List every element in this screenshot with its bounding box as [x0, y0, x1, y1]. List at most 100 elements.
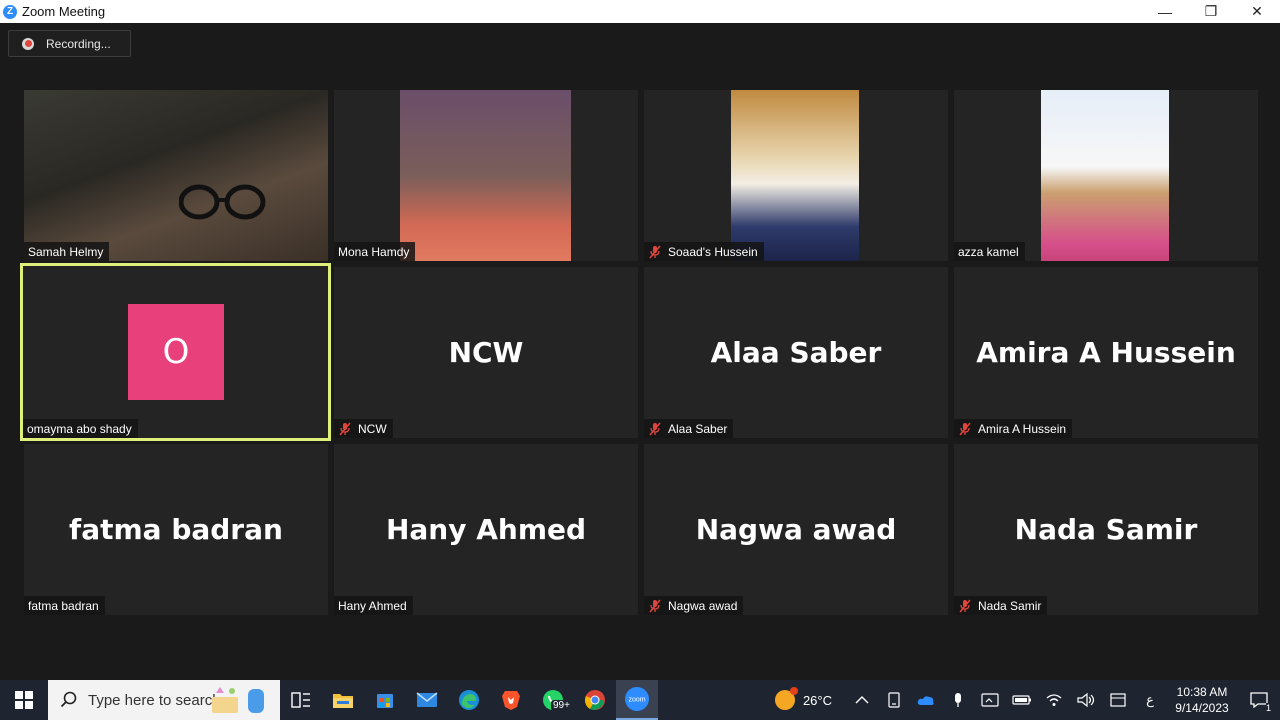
participant-name: Alaa Saber: [668, 421, 728, 436]
microphone-icon[interactable]: [942, 680, 974, 720]
muted-mic-icon: [959, 599, 971, 612]
participant-display-name: Amira A Hussein: [976, 336, 1236, 369]
screen-capture-icon[interactable]: [974, 680, 1006, 720]
participant-video: [1041, 90, 1169, 261]
participant-tile-omayma-abo-shady[interactable]: O omayma abo shady: [20, 263, 331, 441]
clock-time: 10:38 AM: [1176, 685, 1228, 699]
avatar: O: [128, 304, 224, 400]
participant-tile-mona-hamdy[interactable]: Mona Hamdy: [334, 90, 638, 261]
notification-count: 1: [1265, 703, 1271, 713]
participant-tile-samah-helmy[interactable]: Samah Helmy: [24, 90, 328, 261]
mail-icon[interactable]: [406, 680, 448, 720]
participant-name: Amira A Hussein: [978, 421, 1067, 436]
participant-name: Samah Helmy: [28, 244, 104, 259]
participant-name-label: Amira A Hussein: [954, 419, 1073, 438]
participant-display-name: Nagwa awad: [695, 513, 897, 546]
zoom-icon-label: zoom: [628, 697, 645, 704]
brave-icon[interactable]: [490, 680, 532, 720]
participant-display-name: Alaa Saber: [710, 336, 882, 369]
recording-label: Recording...: [46, 36, 111, 51]
chrome-icon[interactable]: [574, 680, 616, 720]
participant-tile-hany-ahmed[interactable]: Hany Ahmed Hany Ahmed: [334, 444, 638, 615]
participant-tile-amira-a-hussein[interactable]: Amira A Hussein Amira A Hussein: [954, 267, 1258, 438]
temperature-label: 26°C: [802, 692, 832, 708]
participant-display-name: fatma badran: [69, 513, 283, 546]
participant-tile-ncw[interactable]: NCW NCW: [334, 267, 638, 438]
start-button[interactable]: [0, 680, 48, 720]
participant-name: Nada Samir: [978, 598, 1042, 613]
muted-mic-icon: [649, 245, 661, 258]
participant-name: fatma badran: [28, 598, 99, 613]
weather-sun-icon: [774, 687, 798, 710]
keyboard-layout-icon[interactable]: [1102, 680, 1134, 720]
restore-button[interactable]: ❐: [1188, 0, 1234, 23]
input-language-indicator[interactable]: ع: [1134, 680, 1166, 720]
participant-tile-nada-samir[interactable]: Nada Samir Nada Samir: [954, 444, 1258, 615]
participant-name-label: azza kamel: [954, 242, 1025, 261]
recording-dot-icon: [22, 37, 34, 50]
weather-widget[interactable]: 26°C: [774, 687, 832, 710]
participant-name: Soaad's Hussein: [668, 244, 758, 259]
participant-display-name: Nada Samir: [1014, 513, 1198, 546]
participant-name: omayma abo shady: [27, 421, 132, 436]
device-icon[interactable]: [878, 680, 910, 720]
volume-icon[interactable]: [1070, 680, 1102, 720]
zoom-app-icon: Z: [3, 4, 17, 19]
participant-name: azza kamel: [958, 244, 1019, 259]
participant-tile-alaa-saber[interactable]: Alaa Saber Alaa Saber: [644, 267, 948, 438]
window-title: Zoom Meeting: [22, 4, 106, 19]
participant-name-label: Nada Samir: [954, 596, 1048, 615]
participant-name-label: Mona Hamdy: [334, 242, 416, 261]
participant-name: Mona Hamdy: [338, 244, 410, 259]
windows-taskbar: Type here to search 99+ zoom 26°C ع 10:3…: [0, 680, 1280, 720]
participant-name-label: Samah Helmy: [24, 242, 110, 261]
microsoft-store-icon[interactable]: [364, 680, 406, 720]
participant-tile-azza-kamel[interactable]: azza kamel: [954, 90, 1258, 261]
participant-name-label: NCW: [334, 419, 393, 438]
whatsapp-icon[interactable]: 99+: [532, 680, 574, 720]
participant-name-label: omayma abo shady: [23, 419, 138, 438]
participant-tile-soaads-hussein[interactable]: Soaad's Hussein: [644, 90, 948, 261]
participant-name-label: Nagwa awad: [644, 596, 744, 615]
participant-name: NCW: [358, 421, 387, 436]
wifi-icon[interactable]: [1038, 680, 1070, 720]
file-explorer-icon[interactable]: [322, 680, 364, 720]
minimize-button[interactable]: —: [1142, 0, 1188, 23]
participant-display-name: NCW: [448, 336, 524, 369]
search-placeholder: Type here to search: [88, 691, 221, 709]
participant-name-label: fatma badran: [24, 596, 105, 615]
muted-mic-icon: [649, 599, 661, 612]
zoom-icon[interactable]: zoom: [616, 680, 658, 720]
onedrive-cloud-icon[interactable]: [910, 680, 942, 720]
muted-mic-icon: [959, 422, 971, 435]
battery-icon[interactable]: [1006, 680, 1038, 720]
system-clock[interactable]: 10:38 AM 9/14/2023: [1166, 684, 1238, 716]
task-view-icon[interactable]: [280, 680, 322, 720]
taskbar-search-box[interactable]: Type here to search: [48, 680, 280, 720]
windows-logo-icon: [15, 691, 33, 709]
recording-indicator[interactable]: Recording...: [8, 30, 131, 57]
close-button[interactable]: ✕: [1234, 0, 1280, 23]
glasses-shape: [179, 184, 266, 220]
whatsapp-unread-badge: 99+: [551, 700, 572, 711]
participant-name-label: Alaa Saber: [644, 419, 734, 438]
meeting-gallery: Recording... Samah Helmy Mona Hamdy Soaa…: [0, 23, 1280, 680]
window-controls: — ❐ ✕: [1142, 0, 1280, 23]
participant-display-name: Hany Ahmed: [385, 513, 587, 546]
window-titlebar: Z Zoom Meeting — ❐ ✕: [0, 0, 1280, 23]
participant-tile-fatma-badran[interactable]: fatma badran fatma badran: [24, 444, 328, 615]
muted-mic-icon: [339, 422, 351, 435]
participant-video: [24, 90, 328, 261]
participant-name-label: Hany Ahmed: [334, 596, 413, 615]
notification-center-button[interactable]: 1: [1238, 680, 1280, 720]
participant-name-label: Soaad's Hussein: [644, 242, 764, 261]
participant-video: [400, 90, 571, 261]
participant-name: Hany Ahmed: [338, 598, 407, 613]
edge-icon[interactable]: [448, 680, 490, 720]
search-highlight-illustration-icon: [212, 687, 264, 713]
system-tray: 26°C ع 10:38 AM 9/14/2023 1: [774, 680, 1280, 720]
participant-tile-nagwa-awad[interactable]: Nagwa awad Nagwa awad: [644, 444, 948, 615]
clock-date: 9/14/2023: [1175, 701, 1229, 715]
participant-video: [731, 90, 859, 261]
show-hidden-icons-chevron-icon[interactable]: [846, 680, 878, 720]
